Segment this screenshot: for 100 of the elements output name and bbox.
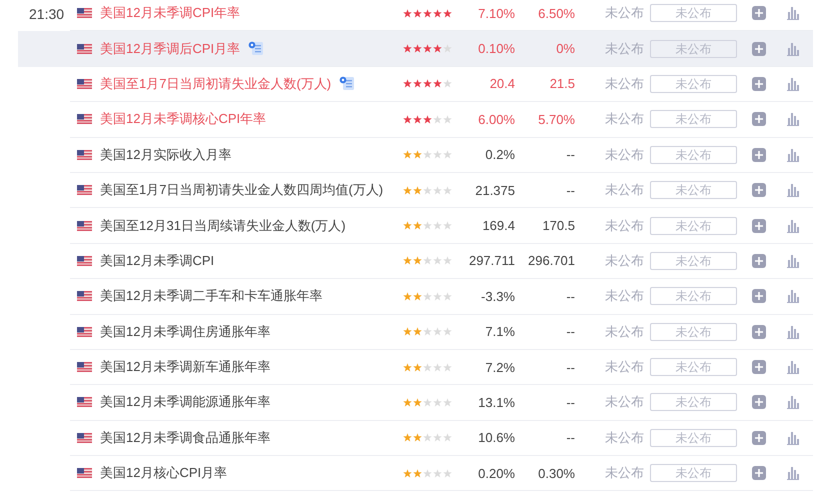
add-button[interactable] [752,430,766,445]
chart-icon[interactable] [787,112,799,126]
prediction-field[interactable]: 未公布 [650,358,737,376]
star-icon [413,327,422,336]
chart-icon[interactable] [787,6,799,20]
star-icon [423,221,432,230]
star-icon [443,186,452,195]
chart-icon[interactable] [787,183,799,198]
note-icon[interactable] [339,76,356,92]
prediction-field[interactable]: 未公布 [650,393,737,412]
event-name[interactable]: 美国12月未季调住房通胀年率 [100,322,270,341]
star-icon [433,292,442,301]
add-button[interactable] [752,360,766,374]
event-row[interactable]: 美国至1月7日当周初请失业金人数四周均值(万人) 21.375 -- 未公布 未公布 [18,172,813,208]
prediction-field[interactable]: 未公布 [650,74,737,93]
add-button[interactable] [752,218,766,233]
prediction-field[interactable]: 未公布 [650,252,737,270]
chart-icon[interactable] [787,289,799,304]
actual-value: 未公布 [605,393,645,412]
event-row[interactable]: 美国至12月31日当周续请失业金人数(万人) 169.4 170.5 未公布 未公布 [18,208,813,244]
actual-value: 未公布 [605,110,645,128]
add-button[interactable] [752,395,766,410]
note-icon[interactable] [248,41,264,56]
chart-icon[interactable] [787,430,799,445]
chart-icon[interactable] [787,76,799,91]
event-row[interactable]: 美国12月未季调核心CPI年率 6.00% 5.70% 未公布 未公布 [18,102,813,138]
event-row[interactable]: 美国12月未季调二手车和卡车通胀年率 -3.3% -- 未公布 未公布 [18,279,813,315]
forecast-value: 0% [555,41,575,56]
event-name[interactable]: 美国12月未季调二手车和卡车通胀年率 [100,287,322,306]
event-row[interactable]: 美国12月核心CPI月率 0.20% 0.30% 未公布 未公布 [18,456,813,492]
previous-value: 0.20% [477,466,515,481]
prediction-field[interactable]: 未公布 [650,146,737,164]
actual-value: 未公布 [605,181,645,200]
add-button[interactable] [752,254,766,268]
add-button[interactable] [752,6,766,20]
chart-icon[interactable] [787,218,799,233]
prediction-field[interactable]: 未公布 [650,40,737,58]
prediction-field[interactable]: 未公布 [650,110,737,128]
event-row[interactable]: 美国12月未季调能源通胀年率 13.1% -- 未公布 未公布 [18,385,813,421]
event-row[interactable]: 美国至1月7日当周初请失业金人数(万人) 20.4 21.5 未公布 未公布 [18,66,813,102]
event-name[interactable]: 美国12月未季调CPI [100,252,214,270]
event-name[interactable]: 美国至12月31日当周续请失业金人数(万人) [100,216,346,235]
prediction-field[interactable]: 未公布 [650,464,737,482]
add-button[interactable] [752,324,766,339]
prediction-field[interactable]: 未公布 [650,287,737,306]
actual-value: 未公布 [605,40,645,58]
add-button[interactable] [752,466,766,480]
chart-icon[interactable] [787,254,799,268]
event-name[interactable]: 美国12月核心CPI月率 [100,464,228,482]
flag-icon [77,114,92,124]
star-icon [403,468,412,478]
event-name[interactable]: 美国至1月7日当周初请失业金人数(万人) [100,74,332,93]
event-name[interactable]: 美国12月未季调新车通胀年率 [100,358,270,376]
event-name[interactable]: 美国12月实际收入月率 [100,146,232,164]
event-name[interactable]: 美国12月未季调CPI年率 [100,4,240,22]
previous-value: 6.00% [477,112,515,127]
chart-icon[interactable] [787,324,799,339]
chart-icon[interactable] [787,395,799,410]
add-button[interactable] [752,112,766,126]
add-button[interactable] [752,183,766,198]
add-button[interactable] [752,148,766,162]
prediction-field[interactable]: 未公布 [650,322,737,341]
flag-icon [77,220,92,231]
chart-icon[interactable] [787,360,799,374]
star-icon [413,79,422,88]
forecast-value: 296.701 [527,253,575,268]
previous-value: 0.2% [484,147,515,162]
prediction-field[interactable]: 未公布 [650,216,737,235]
previous-value: 7.2% [484,360,515,375]
add-button[interactable] [752,76,766,91]
prediction-field[interactable]: 未公布 [650,428,737,447]
star-icon [433,79,442,88]
event-row[interactable]: 美国12月未季调新车通胀年率 7.2% -- 未公布 未公布 [18,350,813,386]
event-name[interactable]: 美国12月未季调食品通胀年率 [100,428,270,447]
flag-icon [77,256,92,266]
actual-value: 未公布 [605,74,645,93]
star-icon [423,79,432,88]
star-icon [413,292,422,301]
prediction-field[interactable]: 未公布 [650,4,737,22]
event-row[interactable]: 美国12月未季调食品通胀年率 10.6% -- 未公布 未公布 [18,420,813,456]
event-name[interactable]: 美国至1月7日当周初请失业金人数四周均值(万人) [100,181,384,200]
star-icon [423,150,432,160]
chart-icon[interactable] [787,466,799,480]
chart-icon[interactable] [787,42,799,56]
add-button[interactable] [752,42,766,56]
star-icon [443,8,452,18]
event-row[interactable]: 美国12月未季调CPI 297.711 296.701 未公布 未公布 [18,244,813,280]
add-button[interactable] [752,289,766,304]
star-icon [443,256,452,266]
event-row[interactable]: 美国12月未季调住房通胀年率 7.1% -- 未公布 未公布 [18,314,813,350]
actual-value: 未公布 [605,464,645,482]
event-row[interactable]: 美国12月实际收入月率 0.2% -- 未公布 未公布 [18,138,813,173]
event-name[interactable]: 美国12月未季调核心CPI年率 [100,110,266,128]
event-name[interactable]: 美国12月未季调能源通胀年率 [100,393,270,412]
star-icon [433,8,442,18]
prediction-field[interactable]: 未公布 [650,181,737,200]
star-icon [403,44,412,54]
forecast-value: -- [565,288,575,304]
star-icon [433,433,442,442]
chart-icon[interactable] [787,148,799,162]
